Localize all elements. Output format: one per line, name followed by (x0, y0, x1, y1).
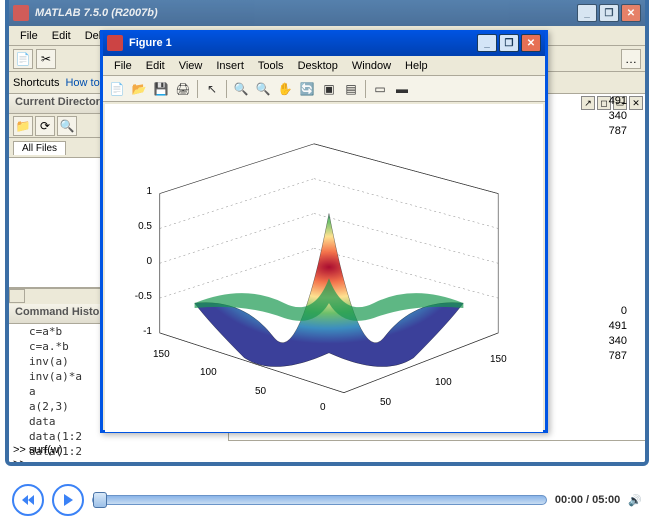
hist-item[interactable]: w=y'*y; (9, 459, 228, 466)
time-display: 00:00 / 05:00 (555, 494, 620, 506)
browse-button[interactable]: … (621, 49, 641, 69)
figure-window: Figure 1 _ ❐ ✕ File Edit View Insert Too… (100, 30, 548, 433)
ztick: 1 (132, 186, 152, 197)
figmenu-insert[interactable]: Insert (209, 58, 251, 74)
close-button[interactable]: ✕ (621, 4, 641, 22)
new-button[interactable]: 📄 (13, 49, 33, 69)
pan-button[interactable]: ✋ (275, 79, 295, 99)
undock-button[interactable]: ↗ (581, 96, 595, 110)
ztick: -1 (132, 326, 152, 337)
open-figure-button[interactable]: 📂 (129, 79, 149, 99)
pointer-button[interactable]: ↖ (202, 79, 222, 99)
ytick: 0 (320, 402, 326, 413)
minimize-button[interactable]: _ (577, 4, 597, 22)
figmenu-tools[interactable]: Tools (251, 58, 291, 74)
matlab-titlebar[interactable]: MATLAB 7.5.0 (R2007b) _ ❐ ✕ (9, 0, 645, 26)
surface-plot (105, 104, 543, 431)
ztick: 0.5 (132, 221, 152, 232)
figmenu-view[interactable]: View (172, 58, 210, 74)
xtick: 150 (490, 354, 507, 365)
zoomout-button[interactable]: 🔍 (253, 79, 273, 99)
figure-titlebar[interactable]: Figure 1 _ ❐ ✕ (103, 30, 545, 56)
seek-handle[interactable] (93, 492, 107, 508)
figure-menubar: File Edit View Insert Tools Desktop Wind… (103, 56, 545, 76)
figmenu-file[interactable]: File (107, 58, 139, 74)
ytick: 100 (200, 367, 217, 378)
allfiles-tab[interactable]: All Files (13, 141, 66, 155)
shortcuts-label: Shortcuts (13, 77, 59, 89)
matlab-icon (13, 5, 29, 21)
panel-close-button[interactable]: ✕ (629, 96, 643, 110)
print-figure-button[interactable]: 🖨 (173, 79, 193, 99)
video-player-bar: 00:00 / 05:00 🔊 (0, 474, 654, 526)
output-numbers: 491340 787 0491 340787 (609, 94, 627, 364)
fig-close-button[interactable]: ✕ (521, 34, 541, 52)
zoomin-button[interactable]: 🔍 (231, 79, 251, 99)
axes-3d[interactable]: 1 0.5 0 -0.5 -1 150 100 50 0 50 100 150 (105, 104, 543, 432)
ztick: 0 (132, 256, 152, 267)
ytick: 150 (153, 349, 170, 360)
datacursor-button[interactable]: ▣ (319, 79, 339, 99)
figmenu-desktop[interactable]: Desktop (291, 58, 345, 74)
ztick: -0.5 (132, 291, 152, 302)
fig-minimize-button[interactable]: _ (477, 34, 497, 52)
maximize-button[interactable]: ❐ (599, 4, 619, 22)
figure-title: Figure 1 (129, 37, 477, 49)
figure-icon (107, 35, 123, 51)
figmenu-help[interactable]: Help (398, 58, 435, 74)
xtick: 100 (435, 377, 452, 388)
refresh-button[interactable]: ⟳ (35, 116, 55, 136)
figmenu-window[interactable]: Window (345, 58, 398, 74)
new-figure-button[interactable]: 📄 (107, 79, 127, 99)
xtick: 50 (380, 397, 391, 408)
figmenu-edit[interactable]: Edit (139, 58, 172, 74)
save-figure-button[interactable]: 💾 (151, 79, 171, 99)
rotate3d-button[interactable]: 🔄 (297, 79, 317, 99)
ytick: 50 (255, 386, 266, 397)
matlab-title: MATLAB 7.5.0 (R2007b) (35, 7, 577, 19)
volume-icon[interactable]: 🔊 (628, 494, 642, 507)
folder-up-button[interactable]: 📁 (13, 116, 33, 136)
seek-track[interactable] (92, 495, 547, 505)
cut-button[interactable]: ✂ (36, 49, 56, 69)
legend-button[interactable]: ▭ (370, 79, 390, 99)
find-button[interactable]: 🔍 (57, 116, 77, 136)
play-button[interactable] (52, 484, 84, 516)
fig-maximize-button[interactable]: ❐ (499, 34, 519, 52)
colorbar-button[interactable]: ▤ (341, 79, 361, 99)
menu-edit[interactable]: Edit (45, 28, 78, 44)
hideplot-button[interactable]: ▬ (392, 79, 412, 99)
figure-toolbar: 📄 📂 💾 🖨 ↖ 🔍 🔍 ✋ 🔄 ▣ ▤ ▭ ▬ (103, 76, 545, 102)
howto-link[interactable]: How to (65, 77, 99, 89)
menu-file[interactable]: File (13, 28, 45, 44)
rewind-button[interactable] (12, 484, 44, 516)
